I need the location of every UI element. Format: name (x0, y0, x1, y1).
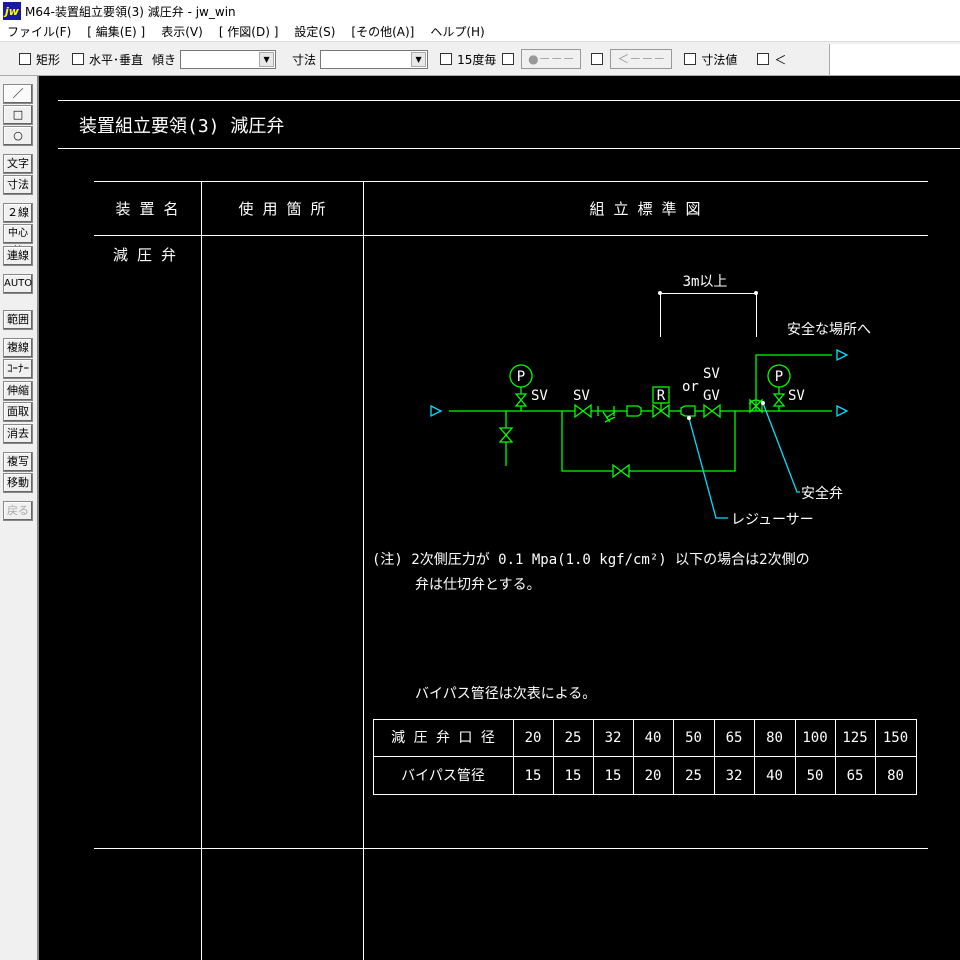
menu-file[interactable]: ファイル(F) (7, 23, 71, 40)
window-title: M64-装置組立要領(3) 減圧弁 - jw_win (25, 4, 236, 19)
tool-erase[interactable]: 消去 (3, 424, 33, 444)
dimval-label: 寸法値 (701, 52, 738, 67)
tool-text[interactable]: 文字 (3, 154, 33, 174)
tool-copy[interactable]: 複写 (3, 452, 33, 472)
btn2-checkbox[interactable] (591, 53, 604, 65)
tool-rectangle[interactable]: □ (3, 105, 33, 125)
tool-move[interactable]: 移動 (3, 473, 33, 493)
menu-other[interactable]: [その他(A)] (351, 23, 414, 40)
drawing-canvas[interactable] (39, 76, 960, 960)
tool-undo[interactable]: 戻る (3, 501, 33, 521)
rect-label: 矩形 (36, 52, 61, 67)
lt-checkbox[interactable] (757, 53, 770, 65)
tool-circle[interactable]: ○ (3, 126, 33, 146)
tool-stretch[interactable]: 伸縮 (3, 381, 33, 401)
tool-chamfer[interactable]: 面取 (3, 402, 33, 422)
chevron-down-icon[interactable]: ▼ (411, 51, 427, 67)
tool-line[interactable]: ／ (3, 84, 33, 104)
dim-label: 寸法 (292, 52, 317, 67)
tool-center-line[interactable]: 中心線 (3, 224, 33, 257)
app-logo: jw (3, 2, 21, 20)
status-area (829, 44, 960, 75)
arrow-line-button[interactable]: ＜－－－ (610, 49, 673, 69)
tool-auto[interactable]: AUTO (3, 274, 33, 294)
deg15-checkbox[interactable] (440, 53, 453, 65)
tilt-label: 傾き (152, 52, 177, 67)
chevron-down-icon[interactable]: ▼ (259, 51, 275, 67)
rect-checkbox[interactable] (19, 53, 31, 65)
menu-settings[interactable]: 設定(S) (294, 23, 335, 40)
menu-bar: ファイル(F) [ 編集(E) ] 表示(V) [ 作図(D) ] 設定(S) … (0, 22, 960, 42)
btn1-checkbox[interactable] (502, 53, 515, 65)
tool-offset[interactable]: 複線 (3, 338, 33, 358)
hv-label: 水平･垂直 (89, 52, 144, 67)
dimval-checkbox[interactable] (684, 53, 697, 65)
tilt-select[interactable]: ▼ (180, 49, 277, 69)
menu-draw[interactable]: [ 作図(D) ] (219, 23, 279, 40)
menu-view[interactable]: 表示(V) (161, 23, 203, 40)
lt-label: ＜ (774, 52, 787, 67)
tool-double-line[interactable]: ２線 (3, 203, 33, 223)
point-line-button[interactable]: ●－－－ (521, 49, 582, 69)
toolbar: 矩形 水平･垂直 傾き ▼ 寸法 ▼ 15度毎 ●－－－ ＜－－－ 寸法値 ＜ (0, 43, 960, 76)
title-bar: jw M64-装置組立要領(3) 減圧弁 - jw_win (0, 0, 960, 22)
deg15-label: 15度毎 (457, 52, 497, 67)
menu-help[interactable]: ヘルプ(H) (430, 23, 484, 40)
tool-dimension[interactable]: 寸法 (3, 175, 33, 195)
hv-checkbox[interactable] (72, 53, 85, 65)
tool-corner[interactable]: ｺｰﾅｰ (3, 359, 33, 379)
dim-select[interactable]: ▼ (320, 49, 429, 69)
menu-edit[interactable]: [ 編集(E) ] (87, 23, 145, 40)
tool-range[interactable]: 範囲 (3, 310, 33, 330)
tool-connect-line[interactable]: 連線 (3, 246, 33, 266)
left-toolbar: ／ □ ○ 文字 寸法 ２線 中心線 連線 AUTO 範囲 複線 ｺｰﾅｰ 伸縮… (0, 76, 39, 960)
